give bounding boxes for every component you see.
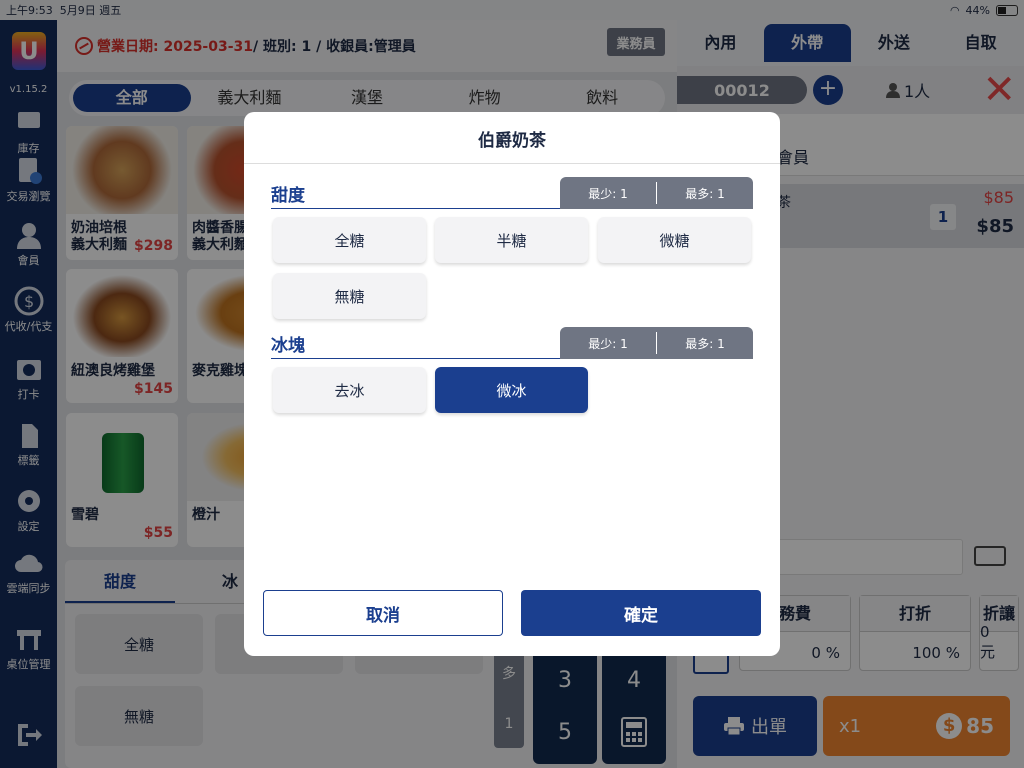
confirm-button[interactable]: 確定 (521, 590, 761, 636)
option-no-ice[interactable]: 去冰 (273, 367, 426, 413)
option-light-ice[interactable]: 微冰 (435, 367, 588, 413)
option-light-sugar[interactable]: 微糖 (598, 217, 751, 263)
group-limits: 最少: 1 最多: 1 (560, 327, 753, 359)
option-group-header: 冰塊 最少: 1 最多: 1 (271, 327, 753, 359)
option-full-sugar[interactable]: 全糖 (273, 217, 426, 263)
option-no-sugar[interactable]: 無糖 (273, 273, 426, 319)
group-label: 冰塊 (271, 336, 305, 356)
max-limit: 最多: 1 (685, 186, 725, 201)
min-limit: 最少: 1 (588, 186, 628, 201)
group-label: 甜度 (271, 186, 305, 206)
cancel-button[interactable]: 取消 (263, 590, 503, 636)
dialog-title: 伯爵奶茶 (244, 112, 780, 164)
product-option-dialog: 伯爵奶茶 甜度 最少: 1 最多: 1 全糖 半糖 微糖 無糖 冰塊 最少: 1… (244, 112, 780, 656)
max-limit: 最多: 1 (685, 336, 725, 351)
min-limit: 最少: 1 (588, 336, 628, 351)
group-limits: 最少: 1 最多: 1 (560, 177, 753, 209)
option-half-sugar[interactable]: 半糖 (435, 217, 588, 263)
option-group-header: 甜度 最少: 1 最多: 1 (271, 177, 753, 209)
